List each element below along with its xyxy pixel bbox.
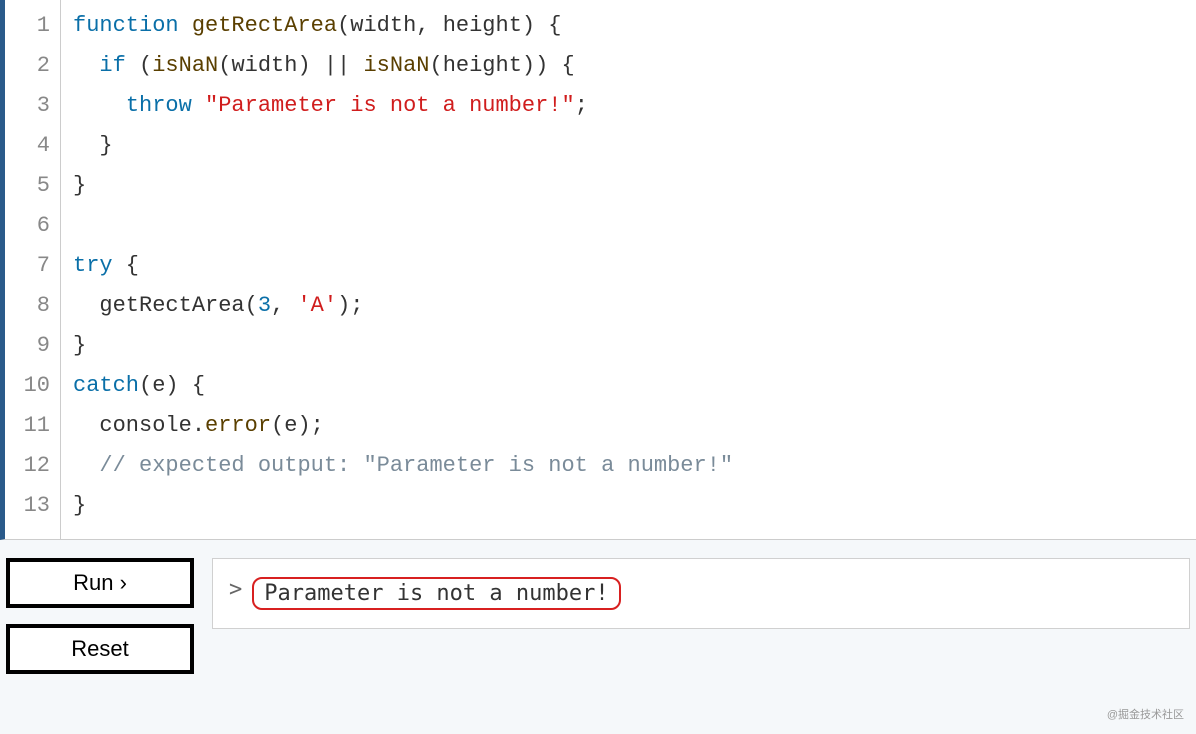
line-number-gutter: 12345678910111213 <box>5 0 61 539</box>
line-number: 13 <box>5 486 50 526</box>
button-column: Run › Reset <box>6 558 194 674</box>
code-line: function getRectArea(width, height) { <box>73 6 1184 46</box>
code-line: // expected output: "Parameter is not a … <box>73 446 1184 486</box>
code-line: console.error(e); <box>73 406 1184 446</box>
line-number: 7 <box>5 246 50 286</box>
code-line: } <box>73 486 1184 526</box>
line-number: 5 <box>5 166 50 206</box>
line-number: 4 <box>5 126 50 166</box>
output-error-message: Parameter is not a number! <box>252 577 620 610</box>
code-line: } <box>73 166 1184 206</box>
line-number: 8 <box>5 286 50 326</box>
code-line <box>73 206 1184 246</box>
line-number: 2 <box>5 46 50 86</box>
code-line: try { <box>73 246 1184 286</box>
code-line: } <box>73 326 1184 366</box>
bottom-panel: Run › Reset > Parameter is not a number! <box>0 540 1196 680</box>
line-number: 12 <box>5 446 50 486</box>
code-line: getRectArea(3, 'A'); <box>73 286 1184 326</box>
code-line: catch(e) { <box>73 366 1184 406</box>
code-line: throw "Parameter is not a number!"; <box>73 86 1184 126</box>
code-editor[interactable]: 12345678910111213 function getRectArea(w… <box>0 0 1196 540</box>
line-number: 10 <box>5 366 50 406</box>
code-content[interactable]: function getRectArea(width, height) { if… <box>61 0 1196 539</box>
watermark-text: @掘金技术社区 <box>1107 706 1184 722</box>
output-console: > Parameter is not a number! <box>212 558 1190 629</box>
run-button[interactable]: Run › <box>6 558 194 608</box>
line-number: 6 <box>5 206 50 246</box>
output-caret: > <box>229 577 242 602</box>
line-number: 9 <box>5 326 50 366</box>
line-number: 3 <box>5 86 50 126</box>
line-number: 11 <box>5 406 50 446</box>
code-line: if (isNaN(width) || isNaN(height)) { <box>73 46 1184 86</box>
code-line: } <box>73 126 1184 166</box>
line-number: 1 <box>5 6 50 46</box>
reset-button[interactable]: Reset <box>6 624 194 674</box>
